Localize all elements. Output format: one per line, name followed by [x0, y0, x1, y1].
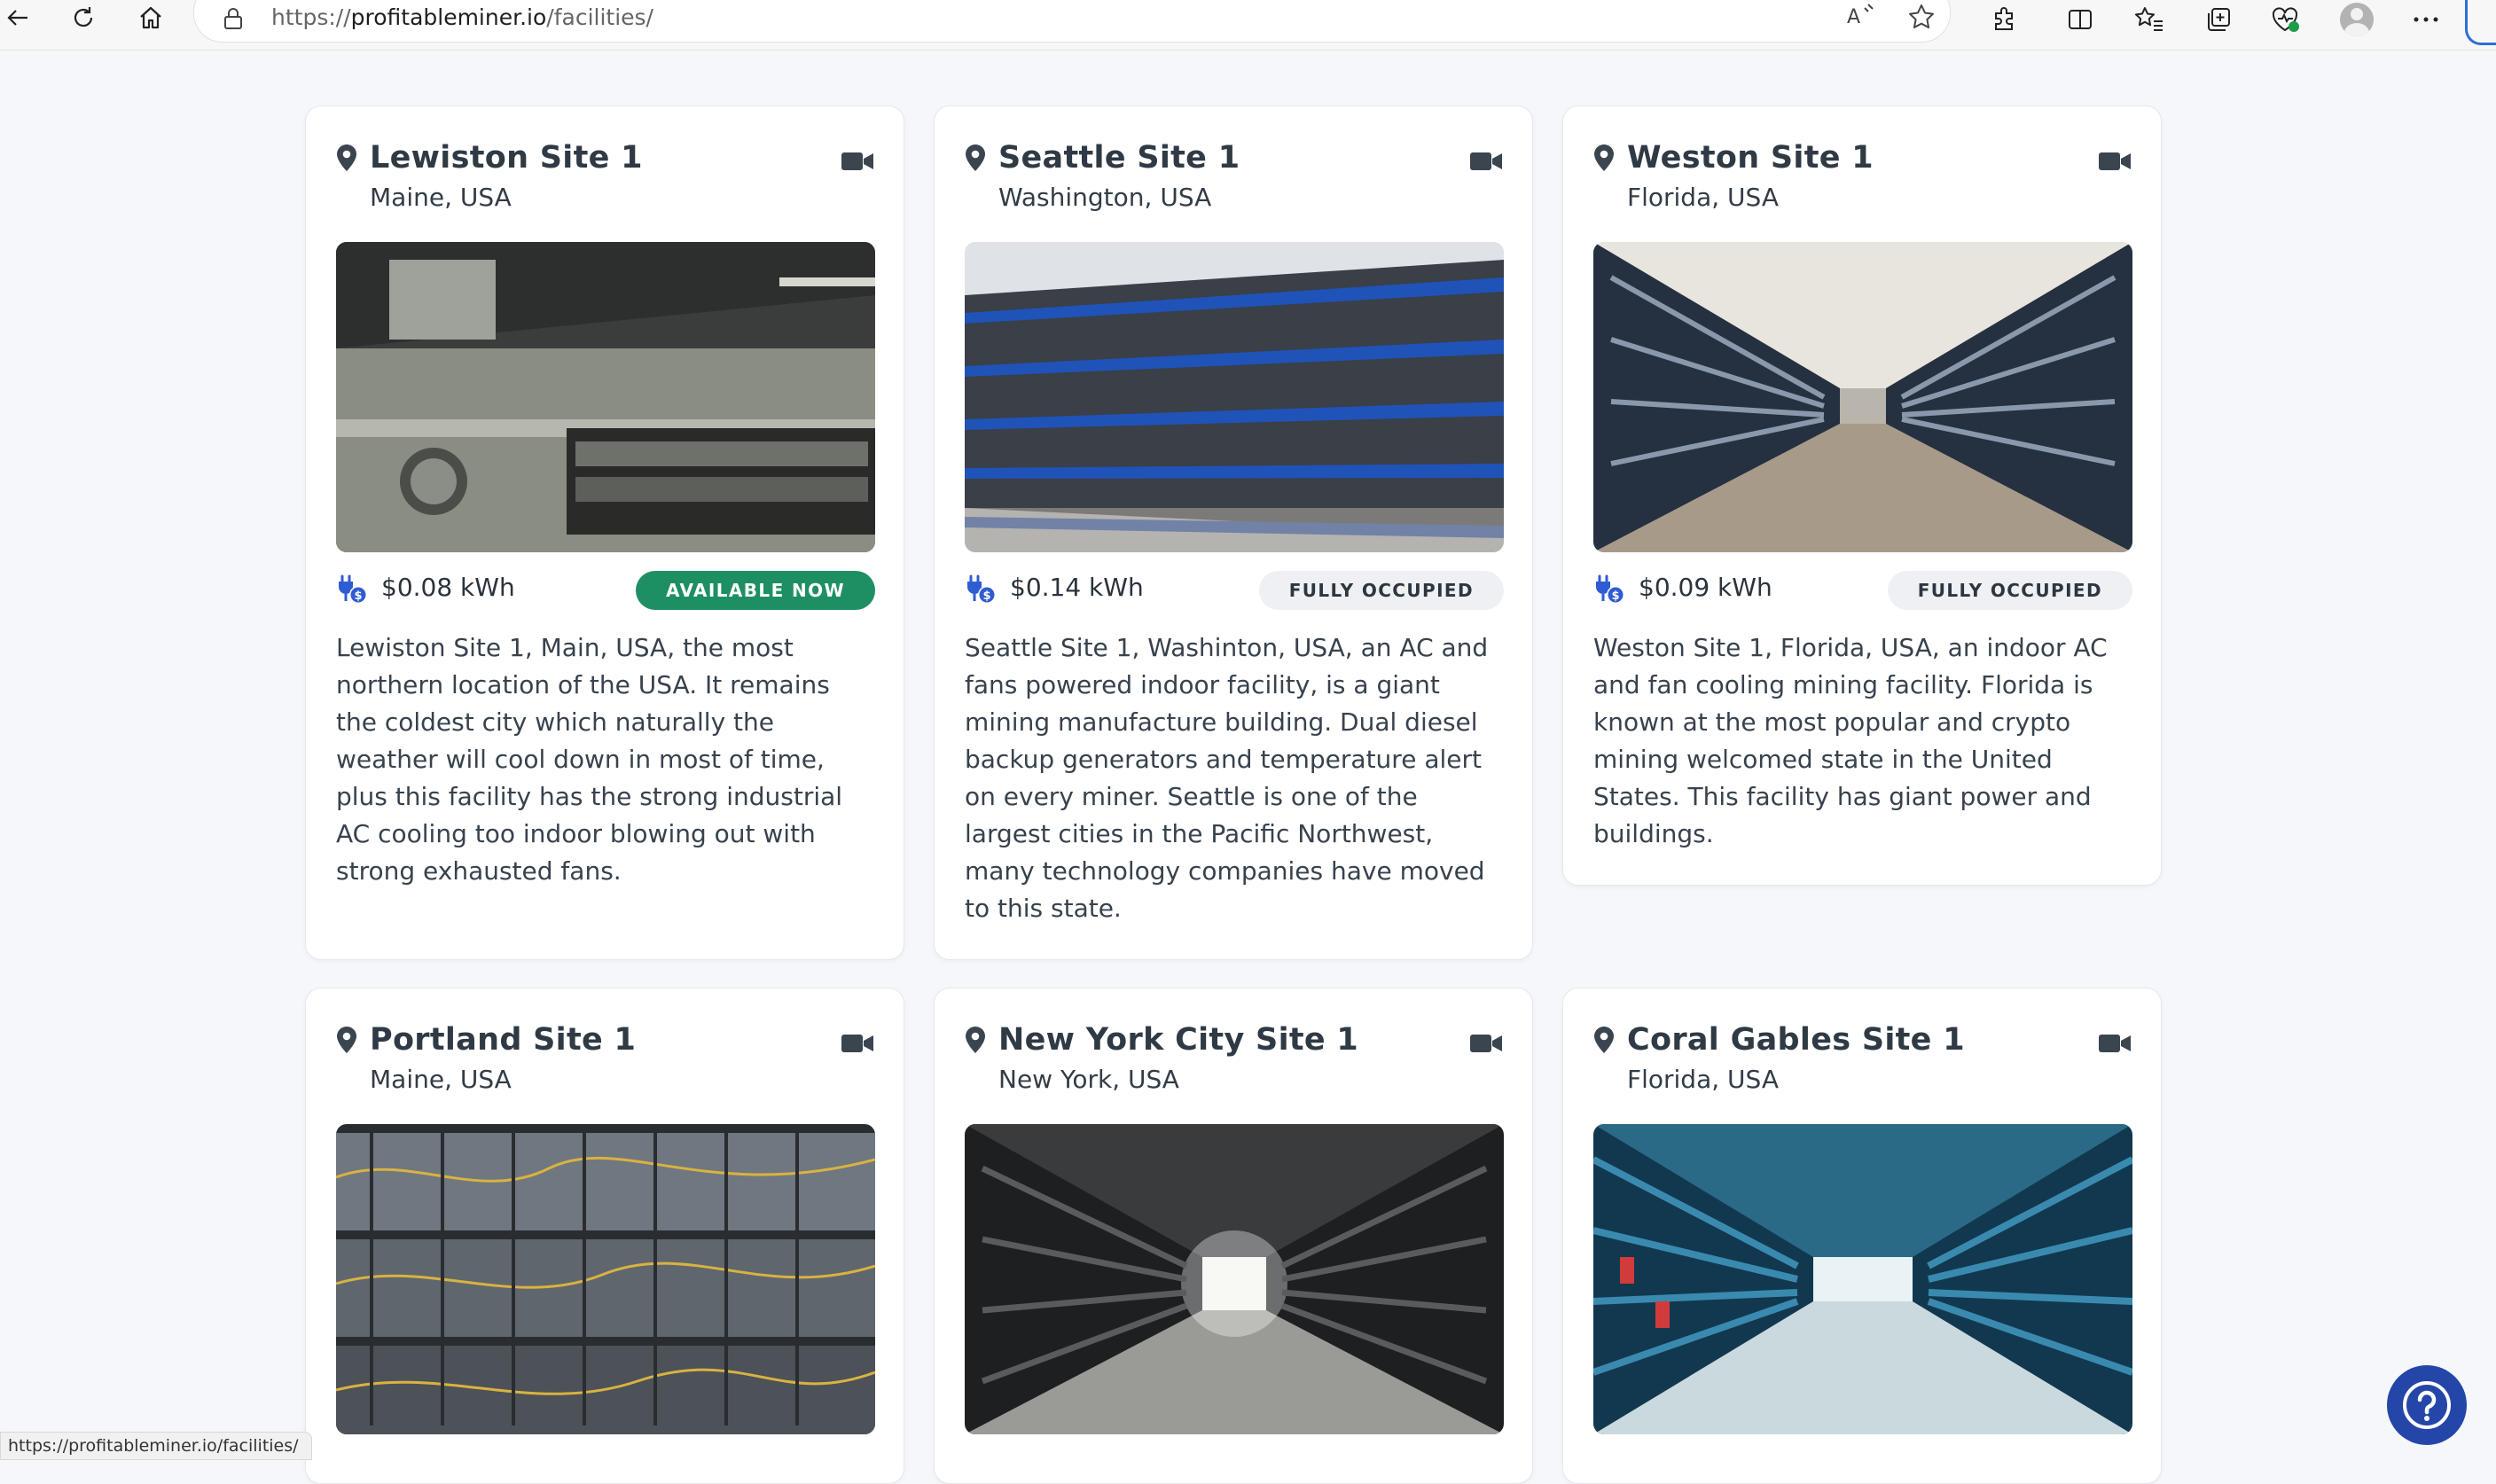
facility-description: Lewiston Site 1, Main, USA, the most nor…	[336, 633, 843, 886]
more-options-icon[interactable]	[2408, 2, 2444, 37]
browser-toolbar: https://profitableminer.io/facilities/ A	[0, 0, 2496, 51]
price-row: $0.09 kWh FULLY OCCUPIED	[1593, 571, 2132, 612]
facility-location: Maine, USA	[370, 183, 512, 212]
url-text[interactable]: https://profitableminer.io/facilities/	[271, 4, 653, 30]
facility-photo[interactable]	[336, 242, 875, 552]
lock-icon[interactable]	[223, 6, 244, 35]
question-icon	[2403, 1381, 2451, 1429]
price-row: $0.08 kWh AVAILABLE NOW	[336, 571, 875, 612]
help-button[interactable]	[2387, 1365, 2467, 1445]
browser-essentials-icon[interactable]	[2268, 2, 2304, 37]
profile-avatar-icon[interactable]	[2339, 2, 2375, 37]
favorite-star-icon[interactable]	[1907, 3, 1936, 35]
svg-text:A: A	[1847, 6, 1860, 28]
facility-card: New York City Site 1 New York, USA	[934, 988, 1533, 1484]
location-pin-icon	[336, 1026, 357, 1054]
facility-title[interactable]: Seattle Site 1	[998, 140, 1240, 176]
facility-photo[interactable]	[965, 1124, 1504, 1434]
status-badge: FULLY OCCUPIED	[1887, 571, 2132, 610]
facility-card: Seattle Site 1 Washington, USA $0.14 kWh…	[934, 105, 1533, 960]
electricity-price-icon	[1593, 574, 1625, 605]
facility-location: Maine, USA	[370, 1065, 512, 1094]
read-aloud-icon[interactable]: A	[1845, 3, 1875, 33]
edge-sidebar-tab[interactable]	[2465, 0, 2496, 45]
back-icon[interactable]	[0, 0, 35, 35]
favorites-icon[interactable]	[2132, 2, 2167, 37]
video-camera-icon[interactable]	[2099, 151, 2131, 172]
electricity-price-icon	[336, 574, 368, 605]
video-camera-icon[interactable]	[841, 1033, 873, 1054]
facility-title[interactable]: New York City Site 1	[998, 1022, 1358, 1058]
status-badge: FULLY OCCUPIED	[1258, 571, 1504, 610]
price-kwh: $0.08 kWh	[381, 573, 515, 602]
facility-title[interactable]: Weston Site 1	[1627, 140, 1874, 176]
status-badge: AVAILABLE NOW	[636, 571, 875, 610]
facility-location: Florida, USA	[1627, 183, 1779, 212]
extensions-icon[interactable]	[1986, 2, 2022, 37]
video-camera-icon[interactable]	[1470, 151, 1502, 172]
facility-title[interactable]: Portland Site 1	[370, 1022, 636, 1058]
collections-icon[interactable]	[2201, 2, 2236, 37]
facility-photo[interactable]	[965, 242, 1504, 552]
facility-title[interactable]: Coral Gables Site 1	[1627, 1022, 1965, 1058]
facility-title[interactable]: Lewiston Site 1	[370, 140, 643, 176]
refresh-icon[interactable]	[66, 0, 101, 35]
facility-location: Florida, USA	[1627, 1065, 1779, 1094]
facility-card: Coral Gables Site 1 Florida, USA	[1562, 988, 2162, 1484]
address-bar[interactable]: https://profitableminer.io/facilities/ A	[193, 0, 1951, 43]
facility-photo[interactable]	[1593, 242, 2132, 552]
price-kwh: $0.14 kWh	[1010, 573, 1144, 602]
facility-card: Weston Site 1 Florida, USA $0.09 kWh FUL…	[1562, 105, 2162, 886]
location-pin-icon	[965, 1026, 986, 1054]
facility-photo[interactable]	[336, 1124, 875, 1434]
location-pin-icon	[1593, 1026, 1615, 1054]
price-row: $0.14 kWh FULLY OCCUPIED	[965, 571, 1504, 612]
home-icon[interactable]	[133, 0, 168, 35]
video-camera-icon[interactable]	[2099, 1033, 2131, 1054]
split-screen-icon[interactable]	[2062, 2, 2098, 37]
facility-location: New York, USA	[998, 1065, 1179, 1094]
facility-photo[interactable]	[1593, 1124, 2132, 1434]
facility-card: Lewiston Site 1 Maine, USA $0.08 kWh AVA…	[305, 105, 904, 960]
facility-card: Portland Site 1 Maine, USA	[305, 988, 904, 1484]
location-pin-icon	[1593, 144, 1615, 172]
location-pin-icon	[965, 144, 986, 172]
facility-description: Seattle Site 1, Washinton, USA, an AC an…	[965, 633, 1489, 923]
status-bar-url: https://profitableminer.io/facilities/	[0, 1432, 312, 1460]
video-camera-icon[interactable]	[841, 151, 873, 172]
facility-description: Weston Site 1, Florida, USA, an indoor A…	[1593, 633, 2108, 848]
video-camera-icon[interactable]	[1470, 1033, 1502, 1054]
price-kwh: $0.09 kWh	[1639, 573, 1772, 602]
location-pin-icon	[336, 144, 357, 172]
facility-location: Washington, USA	[998, 183, 1212, 212]
electricity-price-icon	[965, 574, 997, 605]
